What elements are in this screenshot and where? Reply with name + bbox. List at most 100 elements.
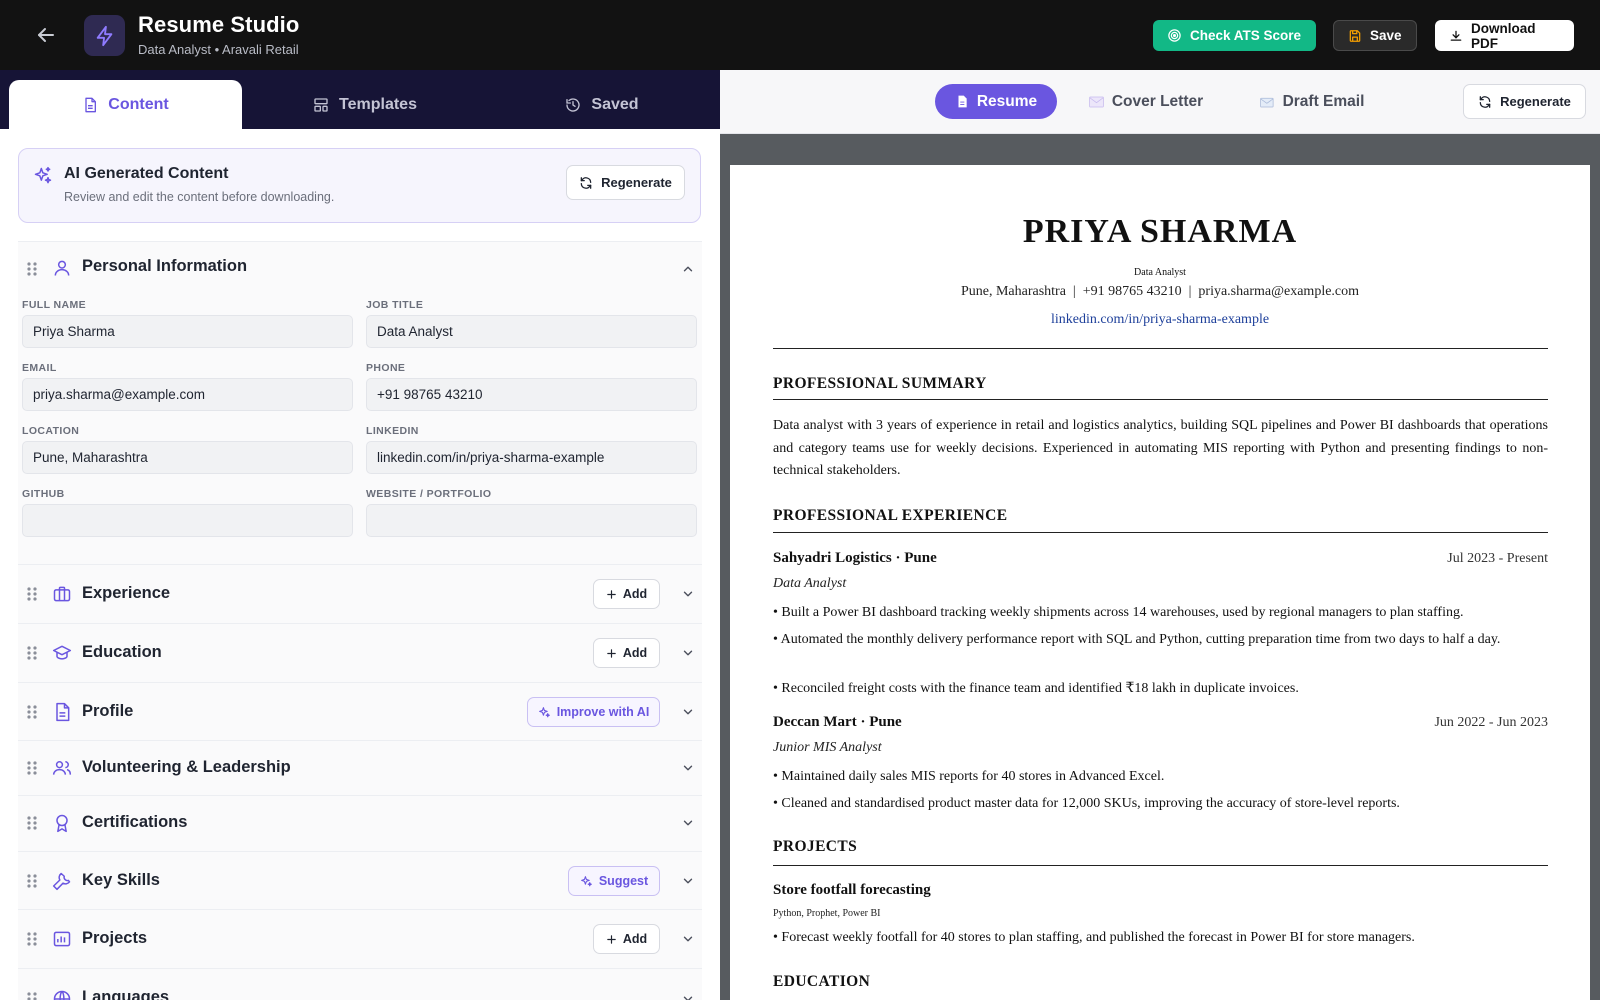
plus-icon [606,589,617,600]
drag-handle-icon[interactable] [26,991,38,1000]
personal-information-section: Personal Information FULL NAME JOB TITLE… [18,241,702,564]
job-dates: Jun 2022 - Jun 2023 [1434,715,1548,730]
drag-handle-icon[interactable] [26,931,38,947]
preview-tab-resume-label: Resume [976,92,1038,110]
linkedin-label: LINKEDIN [366,425,419,437]
website-label: WEBSITE / PORTFOLIO [366,488,492,500]
profile-section[interactable]: Profile Improve with AI [18,682,702,740]
drag-handle-icon[interactable] [26,586,38,602]
resume-linkedin-link[interactable]: linkedin.com/in/priya-sharma-example [730,312,1590,328]
job-bullet: • Automated the monthly delivery perform… [773,632,1501,647]
chevron-down-icon[interactable] [681,932,695,946]
ai-card-subtitle: Review and edit the content before downl… [64,190,335,204]
suggest-skills-button[interactable]: Suggest [568,866,660,896]
save-button[interactable]: Save [1333,20,1417,51]
job-bullet: • Cleaned and standardised product maste… [773,796,1400,811]
education-section[interactable]: Education Add [18,623,702,682]
add-education-label: Add [622,646,648,660]
download-pdf-button[interactable]: Download PDF [1435,20,1574,51]
drag-handle-icon[interactable] [26,873,38,889]
ai-card-title: AI Generated Content [64,165,229,182]
download-pdf-label: Download PDF [1471,20,1536,51]
back-arrow-icon[interactable] [34,23,58,47]
regenerate-content-button[interactable]: Regenerate [566,165,685,200]
email-input[interactable] [22,378,353,411]
preview-tab-cover-letter[interactable]: Cover Letter [1083,84,1209,119]
github-label: GITHUB [22,488,65,500]
job-bullet: • Built a Power BI dashboard tracking we… [773,605,1464,620]
drag-handle-icon[interactable] [26,261,38,277]
add-education-button[interactable]: Add [593,638,660,668]
app-subtitle: Data Analyst • Aravali Retail [138,42,299,57]
job-organization: Sahyadri Logistics · Pune [773,550,937,566]
projects-section[interactable]: Projects Add [18,909,702,968]
drag-handle-icon[interactable] [26,704,38,720]
improve-with-ai-button[interactable]: Improve with AI [527,697,660,727]
education-heading: EDUCATION [773,973,871,990]
chevron-down-icon[interactable] [681,874,695,888]
download-icon [1449,29,1463,43]
education-title: Education [82,643,162,661]
editor-panel: Content Templates Saved AI Generated Con… [0,70,720,1000]
chevron-down-icon[interactable] [681,705,695,719]
editor-tabs: Content Templates Saved [0,70,720,129]
chevron-down-icon[interactable] [681,816,695,830]
user-icon [52,258,72,278]
regenerate-content-label: Regenerate [601,175,672,190]
drag-handle-icon[interactable] [26,645,38,661]
certifications-section[interactable]: Certifications [18,795,702,851]
summary-heading: PROFESSIONAL SUMMARY [773,375,987,392]
tab-saved-label: Saved [591,95,639,113]
job-title-input[interactable] [366,315,697,348]
volunteering-leadership-section[interactable]: Volunteering & Leadership [18,740,702,795]
linkedin-input[interactable] [366,441,697,474]
preview-tab-cover-letter-label: Cover Letter [1111,92,1204,110]
chevron-down-icon[interactable] [681,587,695,601]
summary-divider [773,399,1548,400]
key-skills-title: Key Skills [82,871,160,889]
preview-tab-resume[interactable]: Resume [935,84,1057,119]
drag-handle-icon[interactable] [26,760,38,776]
globe-icon [52,989,72,1000]
tab-templates[interactable]: Templates [250,80,480,129]
full-name-label: FULL NAME [22,299,87,311]
full-name-input[interactable] [22,315,353,348]
experience-section[interactable]: Experience Add [18,564,702,623]
regenerate-preview-button[interactable]: Regenerate [1463,84,1586,119]
chevron-down-icon[interactable] [681,761,695,775]
tab-content[interactable]: Content [9,80,242,129]
refresh-icon [1478,95,1492,109]
resume-name: PRIYA SHARMA [1022,213,1298,250]
volunteering-leadership-title: Volunteering & Leadership [82,758,291,776]
chevron-down-icon[interactable] [681,992,695,1000]
header-divider [773,348,1548,349]
website-input[interactable] [366,504,697,537]
regenerate-preview-label: Regenerate [1500,94,1571,109]
refresh-icon [579,176,593,190]
chevron-up-icon[interactable] [681,262,695,276]
graduation-cap-icon [52,643,72,663]
email-label: EMAIL [22,362,57,374]
languages-section[interactable]: Languages [18,968,702,1000]
preview-tab-draft-email[interactable]: Draft Email [1256,84,1368,119]
project-bullet: • Forecast weekly footfall for 40 stores… [773,930,1415,945]
ai-generated-content-card: AI Generated Content Review and edit the… [18,148,701,223]
phone-input[interactable] [366,378,697,411]
phone-label: PHONE [366,362,406,374]
check-ats-score-button[interactable]: Check ATS Score [1153,20,1316,51]
drag-handle-icon[interactable] [26,815,38,831]
tab-saved[interactable]: Saved [487,80,717,129]
add-experience-button[interactable]: Add [593,579,660,609]
experience-title: Experience [82,584,171,602]
sparkles-icon [33,166,53,186]
add-project-button[interactable]: Add [593,924,660,954]
summary-text: Data analyst with 3 years of experience … [773,418,1548,478]
plus-icon [606,934,617,945]
floppy-disk-icon [1348,29,1362,43]
chevron-down-icon[interactable] [681,646,695,660]
key-skills-section[interactable]: Key Skills Suggest [18,851,702,909]
location-input[interactable] [22,441,353,474]
github-input[interactable] [22,504,353,537]
briefcase-icon [52,584,72,604]
email-icon [1259,96,1275,108]
